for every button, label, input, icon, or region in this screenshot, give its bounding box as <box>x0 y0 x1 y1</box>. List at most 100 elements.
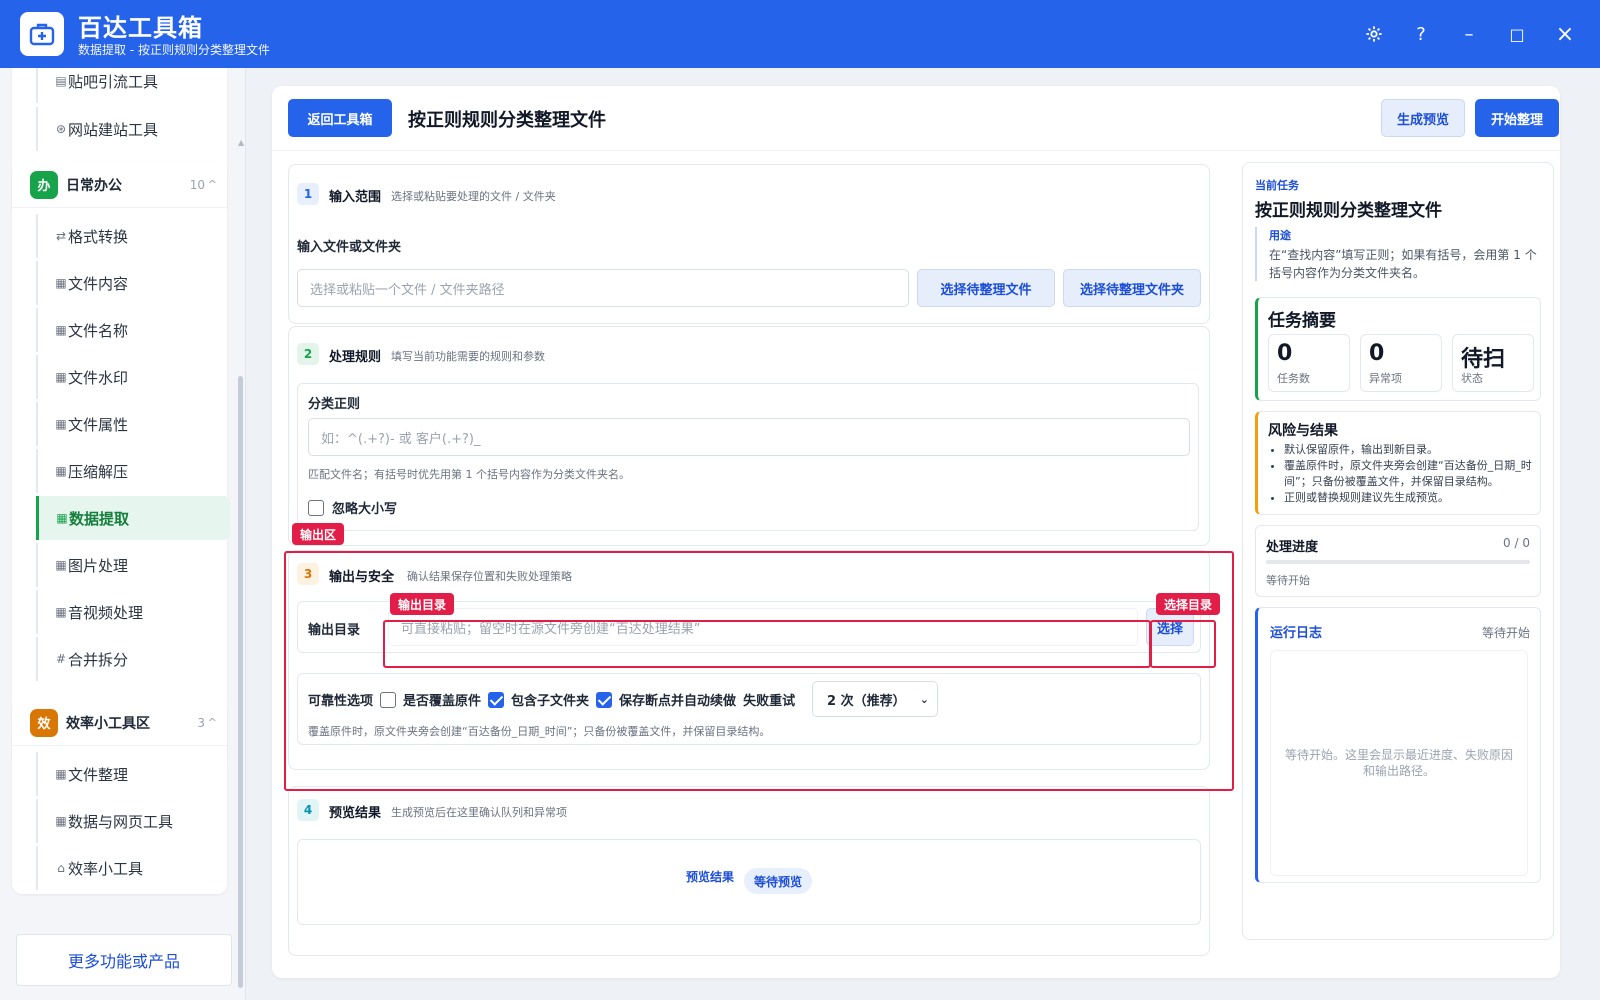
grid-icon: ▦ <box>55 370 67 384</box>
group-badge: 办 <box>30 170 58 199</box>
risk-item: 默认保留原件，输出到新目录。 <box>1284 442 1536 458</box>
app-title: 百达工具箱 <box>78 14 203 42</box>
regex-label: 分类正则 <box>308 397 361 412</box>
chevron-up-icon[interactable]: ^ <box>208 178 217 191</box>
chevron-up-icon[interactable]: ^ <box>208 716 217 729</box>
choose-dir-tag: 选择目录 <box>1156 593 1221 615</box>
grid-icon: ▦ <box>56 511 68 525</box>
group-header[interactable]: 效 效率小工具区 3 ^ <box>12 700 227 746</box>
sidebar-item-label: 文件内容 <box>68 274 129 293</box>
scroll-up-icon[interactable]: ▲ <box>238 138 244 147</box>
grid-icon: ▦ <box>55 605 67 619</box>
grid-icon: ▦ <box>55 558 67 572</box>
log-status: 等待开始 <box>1481 626 1530 640</box>
section-title: 预览结果 <box>329 806 382 821</box>
more-products-button[interactable]: 更多功能或产品 <box>16 934 232 986</box>
input-path-field[interactable]: 选择或粘贴一个文件 / 文件夹路径 <box>297 269 909 307</box>
section-rules: 2 处理规则 填写当前功能需要的规则和参数 分类正则 如：^(.+?)- 或 客… <box>288 326 1210 546</box>
grid-icon: ▦ <box>55 814 67 828</box>
preview-result-label: 预览结果 <box>686 870 735 884</box>
sidebar-item-label: 图片处理 <box>68 556 129 575</box>
sidebar-group-efficiency: 效 效率小工具区 3 ^ ▦ 文件整理 ▦ 数据与网页工具 ⌂ 效率小工具 <box>12 700 227 894</box>
sidebar-item-file-organize[interactable]: ▦ 文件整理 <box>36 752 230 796</box>
preview-box: 预览结果 等待预览 <box>297 839 1201 925</box>
sidebar-item-file-content[interactable]: ▦ 文件内容 <box>36 261 230 305</box>
group-count: 10 <box>189 177 205 192</box>
ignore-case-option[interactable]: 忽略大小写 <box>308 498 397 517</box>
sidebar-item-data-extract[interactable]: ▦ 数据提取 <box>36 496 230 540</box>
regex-input[interactable]: 如：^(.+?)- 或 客户(.+?)_ <box>308 418 1190 456</box>
group-name: 效率小工具区 <box>66 715 150 732</box>
field-label: 输入文件或文件夹 <box>297 240 402 255</box>
stat-task-count: 0 任务数 <box>1268 334 1350 392</box>
ignore-case-checkbox[interactable] <box>308 499 324 516</box>
sidebar-item-attributes[interactable]: ▦ 文件属性 <box>36 402 230 446</box>
header-divider <box>272 150 1560 151</box>
grid-icon: ▦ <box>55 417 67 431</box>
section-desc: 生成预览后在这里确认队列和异常项 <box>391 806 567 819</box>
sidebar-item-image[interactable]: ▦ 图片处理 <box>36 543 230 587</box>
section-title: 处理规则 <box>329 350 382 365</box>
group-badge: 效 <box>30 708 58 737</box>
swap-icon: ⇄ <box>55 229 67 243</box>
run-log-card: 运行日志 等待开始 等待开始。这里会显示最近进度、失败原因和输出路径。 <box>1255 607 1541 883</box>
step-number: 2 <box>297 343 319 365</box>
risk-item: 正则或替换规则建议先生成预览。 <box>1284 490 1536 506</box>
minimize-icon[interactable]: – <box>1452 18 1486 50</box>
sidebar-item-efficiency-tools[interactable]: ⌂ 效率小工具 <box>36 846 230 890</box>
stat-anomaly-count: 0 异常项 <box>1360 334 1442 392</box>
globe-icon: ⊛ <box>55 122 67 136</box>
list-icon: ▤ <box>55 74 67 88</box>
section-desc: 选择或粘贴要处理的文件 / 文件夹 <box>391 190 556 203</box>
progress-status: 等待开始 <box>1266 574 1310 587</box>
sidebar-item-format[interactable]: ⇄ 格式转换 <box>36 214 230 258</box>
sidebar: ▤ 贴吧引流工具 ⊛ 网站建站工具 ▲ 办 日常办公 10 ^ ⇄ 格式转换 ▦ 文… <box>0 68 246 1000</box>
usage-text: 在“查找内容”填写正则；如果有括号，会用第 1 个括号内容作为分类文件夹名。 <box>1269 248 1537 280</box>
settings-gear-icon[interactable] <box>1357 18 1391 50</box>
risk-card: 风险与结果 默认保留原件，输出到新目录。 覆盖原件时，原文件夹旁会创建“百达备份… <box>1255 411 1541 515</box>
task-summary-card: 任务摘要 0 任务数 0 异常项 待扫 状态 <box>1255 297 1541 401</box>
progress-count: 0 / 0 <box>1503 536 1530 550</box>
progress-title: 处理进度 <box>1266 540 1319 555</box>
output-area-highlight <box>284 551 1234 791</box>
hash-icon: # <box>55 652 67 666</box>
sidebar-item-compress[interactable]: ▦ 压缩解压 <box>36 449 230 493</box>
generate-preview-button[interactable]: 生成预览 <box>1381 99 1465 137</box>
sidebar-item-label: 网站建站工具 <box>68 120 159 139</box>
current-task-label: 当前任务 <box>1255 179 1299 192</box>
usage-block: 用途 在“查找内容”填写正则；如果有括号，会用第 1 个括号内容作为分类文件夹名… <box>1255 227 1541 281</box>
sidebar-item-data-web[interactable]: ▦ 数据与网页工具 <box>36 799 230 843</box>
sidebar-item-media[interactable]: ▦ 音视频处理 <box>36 590 230 634</box>
sidebar-item-merge-split[interactable]: # 合并拆分 <box>36 637 230 681</box>
grid-icon: ▦ <box>55 276 67 290</box>
choose-dir-highlight <box>1150 620 1216 668</box>
sidebar-item-watermark[interactable]: ▦ 文件水印 <box>36 355 230 399</box>
group-header[interactable]: 办 日常办公 10 ^ <box>12 162 227 208</box>
close-icon[interactable]: × <box>1548 18 1582 50</box>
sidebar-group-daily-office: 办 日常办公 10 ^ ⇄ 格式转换 ▦ 文件内容 ▦ 文件名称 ▦ 文件水印 ▦ 文件属… <box>12 162 230 768</box>
help-icon[interactable]: ? <box>1404 18 1438 50</box>
group-name: 日常办公 <box>66 177 122 194</box>
progress-card: 处理进度 0 / 0 等待开始 <box>1255 525 1541 597</box>
sidebar-item-label: 贴吧引流工具 <box>68 72 159 91</box>
sidebar-item-label: 文件名称 <box>68 321 129 340</box>
regex-hint: 匹配文件名；有括号时优先用第 1 个括号内容作为分类文件夹名。 <box>308 468 630 481</box>
back-to-toolbox-button[interactable]: 返回工具箱 <box>288 99 392 137</box>
select-files-button[interactable]: 选择待整理文件 <box>917 269 1055 307</box>
section-desc: 填写当前功能需要的规则和参数 <box>391 350 545 363</box>
select-folder-button[interactable]: 选择待整理文件夹 <box>1063 269 1201 307</box>
sidebar-item-file-name[interactable]: ▦ 文件名称 <box>36 308 230 352</box>
sidebar-item-label: 文件整理 <box>68 765 129 784</box>
sidebar-scrollbar[interactable] <box>238 376 243 988</box>
maximize-icon[interactable]: □ <box>1500 18 1534 50</box>
sidebar-item-tieba[interactable]: ▤ 贴吧引流工具 <box>36 68 230 103</box>
risk-list: 默认保留原件，输出到新目录。 覆盖原件时，原文件夹旁会创建“百达备份_日期_时间… <box>1284 442 1536 506</box>
stat-value: 0 <box>1369 341 1385 366</box>
sidebar-item-label: 数据提取 <box>69 509 130 528</box>
grid-icon: ▦ <box>55 323 67 337</box>
sidebar-item-website[interactable]: ⊛ 网站建站工具 <box>36 107 230 151</box>
log-title: 运行日志 <box>1270 626 1323 641</box>
start-button[interactable]: 开始整理 <box>1475 99 1559 137</box>
log-output: 等待开始。这里会显示最近进度、失败原因和输出路径。 <box>1270 650 1528 876</box>
sidebar-item-label: 音视频处理 <box>68 603 144 622</box>
